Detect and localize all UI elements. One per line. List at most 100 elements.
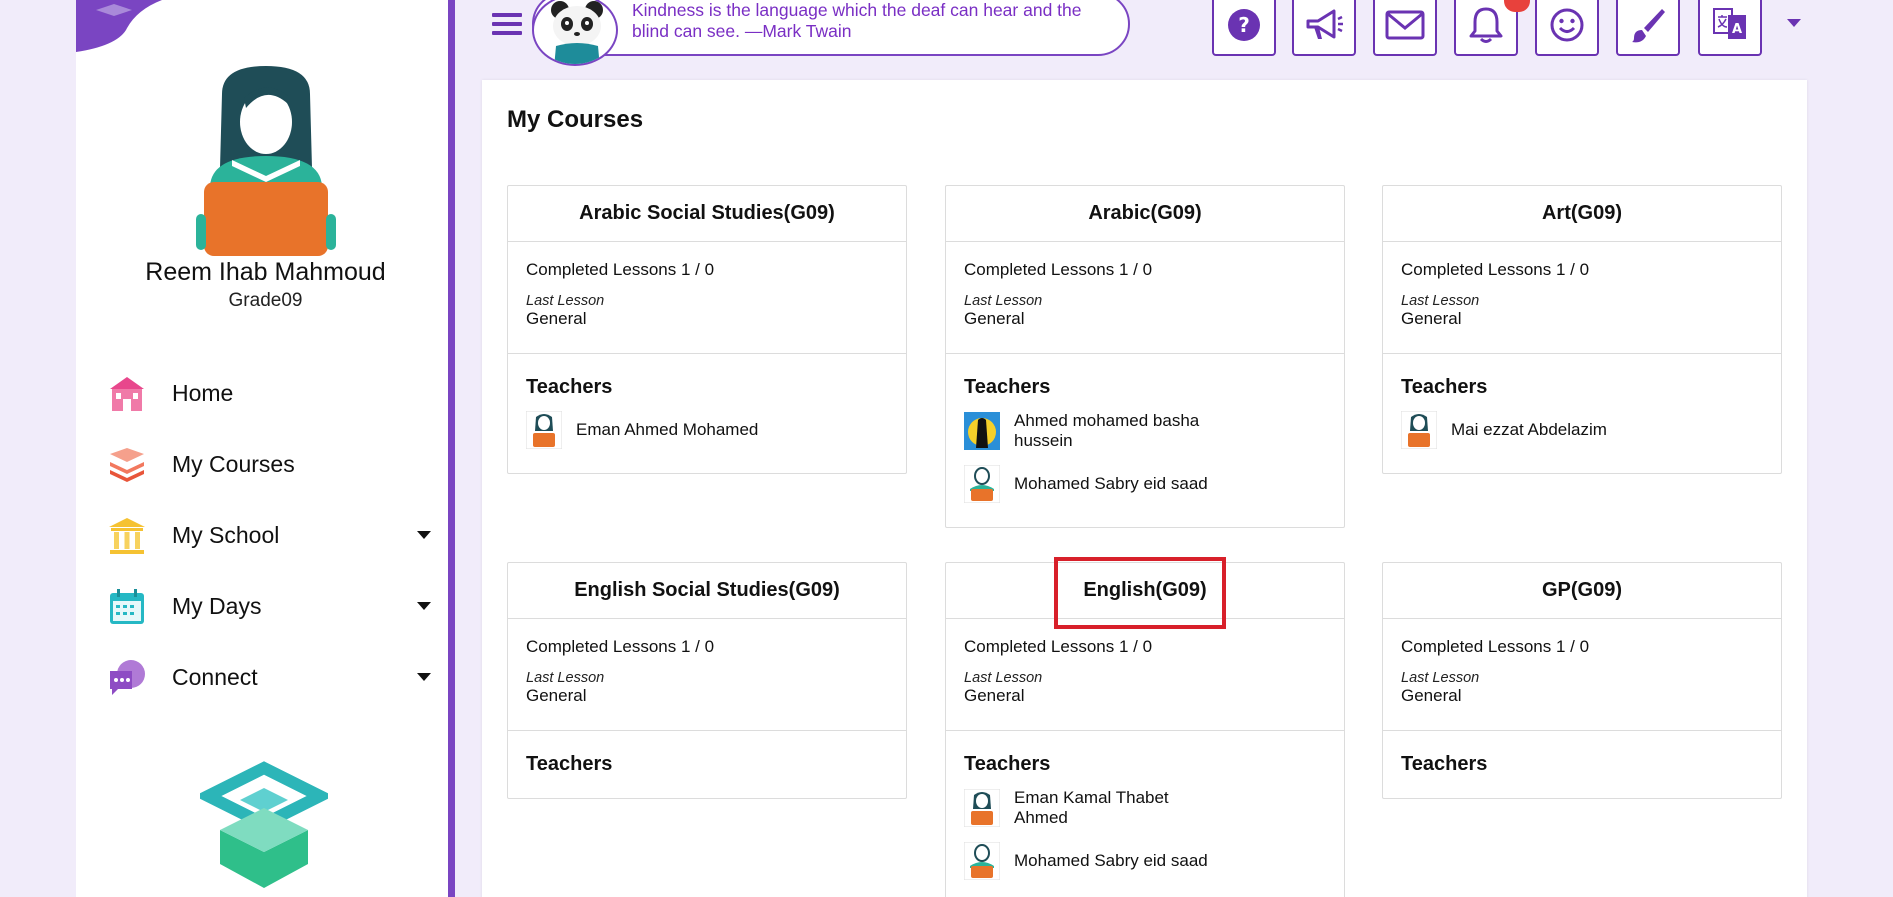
menu-toggle-icon[interactable]	[492, 8, 522, 38]
teachers-section: Teachers Eman Kamal Thabet Ahmed Mohamed…	[946, 731, 1344, 897]
school-columns-icon	[109, 517, 145, 554]
teachers-section: Teachers	[508, 731, 906, 798]
teachers-section: Teachers Eman Ahmed Mohamed	[508, 354, 906, 473]
teacher-avatar	[964, 465, 1000, 503]
user-name: Reem Ihab Mahmoud	[145, 258, 386, 286]
course-title[interactable]: English Social Studies(G09)	[508, 563, 906, 619]
last-lesson-label: Last Lesson	[1401, 670, 1480, 686]
help-icon: ?	[1228, 9, 1260, 41]
mail-icon	[1385, 10, 1425, 40]
course-card: Art(G09) Completed Lessons 1 / 0 Last Le…	[1382, 185, 1782, 474]
teachers-section: Teachers	[1383, 731, 1781, 798]
page-title: My Courses	[507, 106, 644, 133]
sidebar: Reem Ihab Mahmoud Grade09 Home My Course…	[76, 0, 455, 897]
panda-mascot-icon	[532, 0, 618, 66]
last-lesson-value[interactable]: General	[526, 686, 888, 706]
teachers-label: Teachers	[1401, 376, 1488, 398]
chevron-down-icon[interactable]	[417, 602, 431, 610]
home-school-icon	[110, 376, 144, 411]
teacher-name: Mohamed Sabry eid saad	[1014, 474, 1208, 493]
teacher-item[interactable]: Eman Kamal Thabet Ahmed	[964, 788, 1326, 828]
teacher-item[interactable]: Eman Ahmed Mohamed	[526, 411, 888, 449]
last-lesson-value[interactable]: General	[964, 686, 1326, 706]
teacher-item[interactable]: Ahmed mohamed basha hussein	[964, 411, 1326, 451]
course-stats: Completed Lessons 1 / 0 Last Lesson Gene…	[508, 242, 906, 354]
last-lesson-value[interactable]: General	[1401, 686, 1763, 706]
sidebar-item-label: Home	[172, 380, 234, 406]
sidebar-item-my-days[interactable]: My Days	[76, 571, 455, 642]
teachers-label: Teachers	[526, 753, 613, 775]
sidebar-item-connect[interactable]: Connect	[76, 642, 455, 713]
course-stats: Completed Lessons 1 / 0 Last Lesson Gene…	[946, 242, 1344, 354]
completed-lessons: Completed Lessons 1 / 0	[1401, 260, 1590, 279]
sidebar-item-my-school[interactable]: My School	[76, 500, 455, 571]
teacher-photo	[964, 412, 1000, 450]
teachers-label: Teachers	[964, 753, 1051, 775]
chevron-down-icon[interactable]	[417, 531, 431, 539]
chevron-down-icon[interactable]	[417, 673, 431, 681]
teacher-avatar	[964, 842, 1000, 880]
svg-text:A: A	[1732, 22, 1742, 37]
teacher-item[interactable]: Mai ezzat Abdelazim	[1401, 411, 1763, 449]
course-title[interactable]: English(G09)	[946, 563, 1344, 619]
teachers-section: Teachers Ahmed mohamed basha hussein Moh…	[946, 354, 1344, 527]
bell-icon	[1469, 7, 1503, 43]
school-brand-logo	[200, 761, 328, 888]
course-stats: Completed Lessons 1 / 0 Last Lesson Gene…	[1383, 619, 1781, 731]
sidebar-item-label: My Days	[172, 593, 262, 619]
last-lesson-value[interactable]: General	[1401, 309, 1763, 329]
announcements-button[interactable]	[1292, 0, 1356, 56]
teacher-avatar	[964, 789, 1000, 827]
teacher-avatar	[526, 411, 562, 449]
sidebar-item-label: My School	[172, 522, 280, 548]
teacher-name: Mai ezzat Abdelazim	[1451, 420, 1607, 439]
paintbrush-icon	[1632, 9, 1665, 43]
messages-button[interactable]	[1373, 0, 1437, 56]
teacher-name: Eman Ahmed Mohamed	[576, 420, 759, 439]
calendar-icon	[110, 588, 144, 624]
main-content: My Courses Arabic Social Studies(G09) Co…	[482, 80, 1807, 897]
last-lesson-value[interactable]: General	[526, 309, 888, 329]
teachers-label: Teachers	[1401, 753, 1488, 775]
translate-icon: A	[1713, 8, 1746, 39]
quote-text: Kindness is the language which the deaf …	[632, 0, 1082, 41]
course-title[interactable]: GP(G09)	[1383, 563, 1781, 619]
app-logo-corner-icon[interactable]	[76, 0, 162, 52]
completed-lessons: Completed Lessons 1 / 0	[964, 637, 1153, 656]
course-card: Arabic(G09) Completed Lessons 1 / 0 Last…	[945, 185, 1345, 528]
sidebar-item-my-courses[interactable]: My Courses	[76, 429, 455, 500]
last-lesson-value[interactable]: General	[964, 309, 1326, 329]
teacher-item[interactable]: Mohamed Sabry eid saad	[964, 465, 1326, 503]
teachers-label: Teachers	[526, 376, 613, 398]
teacher-name: Eman Kamal Thabet Ahmed	[1014, 788, 1169, 827]
help-button[interactable]: ?	[1212, 0, 1276, 56]
course-card: English(G09) Completed Lessons 1 / 0 Las…	[945, 562, 1345, 897]
completed-lessons: Completed Lessons 1 / 0	[526, 637, 715, 656]
last-lesson-label: Last Lesson	[526, 670, 605, 686]
teacher-avatar	[1401, 411, 1437, 449]
last-lesson-label: Last Lesson	[1401, 293, 1480, 309]
teacher-name: Mohamed Sabry eid saad	[1014, 851, 1208, 870]
teachers-label: Teachers	[964, 376, 1051, 398]
last-lesson-label: Last Lesson	[526, 293, 605, 309]
smiley-icon	[1550, 8, 1584, 42]
course-title[interactable]: Arabic(G09)	[946, 186, 1344, 242]
language-button[interactable]: A	[1698, 0, 1762, 56]
course-title[interactable]: Art(G09)	[1383, 186, 1781, 242]
language-dropdown-caret-icon[interactable]	[1787, 19, 1801, 27]
last-lesson-label: Last Lesson	[964, 293, 1043, 309]
sidebar-item-home[interactable]: Home	[76, 358, 455, 429]
theme-button[interactable]	[1616, 0, 1680, 56]
course-card: Arabic Social Studies(G09) Completed Les…	[507, 185, 907, 474]
user-avatar[interactable]	[192, 64, 340, 260]
teacher-item[interactable]: Mohamed Sabry eid saad	[964, 842, 1326, 880]
course-title[interactable]: Arabic Social Studies(G09)	[508, 186, 906, 242]
course-card: English Social Studies(G09) Completed Le…	[507, 562, 907, 799]
chat-bubbles-icon	[110, 659, 145, 695]
course-card: GP(G09) Completed Lessons 1 / 0 Last Les…	[1382, 562, 1782, 799]
mood-button[interactable]	[1535, 0, 1599, 56]
last-lesson-label: Last Lesson	[964, 670, 1043, 686]
completed-lessons: Completed Lessons 1 / 0	[964, 260, 1153, 279]
completed-lessons: Completed Lessons 1 / 0	[526, 260, 715, 279]
sidebar-item-label: My Courses	[172, 451, 295, 477]
